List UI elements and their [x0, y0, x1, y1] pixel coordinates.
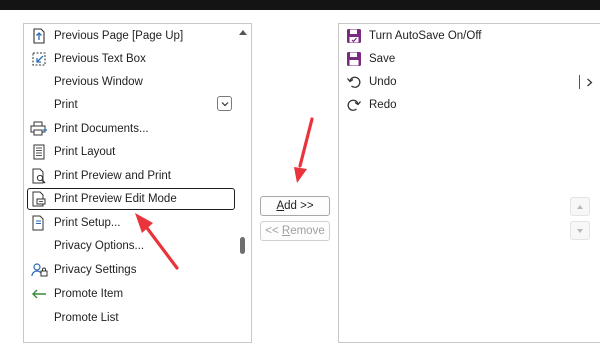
- command-label: Privacy Settings: [54, 264, 137, 276]
- save-icon: [345, 50, 363, 68]
- command-print-layout[interactable]: Print Layout: [28, 141, 236, 163]
- command-promote-list[interactable]: Promote List: [28, 307, 236, 329]
- autosave-icon: [345, 27, 363, 45]
- remove-button[interactable]: << Remove: [260, 221, 330, 241]
- annotation-arrow-head: [294, 167, 307, 183]
- previous-text-box-icon: [30, 50, 48, 68]
- command-autosave[interactable]: Turn AutoSave On/Off: [343, 25, 597, 47]
- command-label: Previous Page [Page Up]: [54, 30, 184, 42]
- command-label: Print Preview and Print: [54, 170, 171, 182]
- redo-icon: [345, 96, 363, 114]
- command-previous-text-box[interactable]: Previous Text Box: [28, 48, 236, 70]
- chevron-down-icon[interactable]: [217, 96, 232, 111]
- print-layout-icon: [30, 143, 48, 161]
- promote-arrow-icon: [30, 285, 48, 303]
- scrollbar-thumb[interactable]: [240, 237, 245, 254]
- command-print-setup[interactable]: Print Setup...: [28, 212, 236, 234]
- command-print[interactable]: Print: [28, 94, 236, 116]
- command-label: Previous Window: [54, 76, 143, 88]
- command-print-preview-and-print[interactable]: Print Preview and Print: [28, 165, 236, 187]
- command-previous-window[interactable]: Previous Window: [28, 71, 236, 93]
- available-commands-list[interactable]: Previous Page [Page Up] Previous Text Bo…: [23, 23, 252, 343]
- command-label: Print: [54, 99, 78, 111]
- command-label: Print Setup...: [54, 217, 121, 229]
- command-label: Print Preview Edit Mode: [54, 193, 177, 205]
- scroll-up-arrow-icon[interactable]: [237, 27, 249, 37]
- command-print-preview-edit-mode[interactable]: Print Preview Edit Mode: [27, 188, 235, 210]
- print-preview-icon: [30, 167, 48, 185]
- command-label: Promote Item: [54, 288, 124, 300]
- print-preview-edit-icon: [30, 190, 48, 208]
- command-label: Redo: [369, 99, 397, 111]
- command-label: Previous Text Box: [54, 53, 146, 65]
- command-redo[interactable]: Redo: [343, 94, 597, 116]
- command-label: Print Layout: [54, 146, 116, 158]
- command-privacy-options[interactable]: Privacy Options...: [28, 235, 236, 257]
- command-label: Promote List: [54, 312, 119, 324]
- chevron-right-icon[interactable]: [579, 74, 593, 90]
- command-label: Print Documents...: [54, 123, 149, 135]
- print-setup-icon: [30, 214, 48, 232]
- command-privacy-settings[interactable]: Privacy Settings: [28, 259, 236, 281]
- command-label: Save: [369, 53, 396, 65]
- command-label: Privacy Options...: [54, 240, 145, 252]
- print-documents-icon: [30, 120, 48, 138]
- command-save[interactable]: Save: [343, 48, 597, 70]
- command-print-documents[interactable]: Print Documents...: [28, 118, 236, 140]
- move-up-button[interactable]: [570, 197, 590, 216]
- triangle-up-icon: [577, 204, 583, 209]
- undo-icon: [345, 73, 363, 91]
- command-label: Turn AutoSave On/Off: [369, 30, 482, 42]
- window-top-bar: [0, 0, 600, 10]
- arrow-to-add-button: [294, 117, 314, 183]
- annotation-arrow-shaft: [298, 117, 314, 168]
- privacy-settings-icon: [30, 261, 48, 279]
- add-button[interactable]: Add >>: [260, 196, 330, 216]
- command-label: Undo: [369, 76, 397, 88]
- command-promote-item[interactable]: Promote Item: [28, 283, 236, 305]
- move-down-button[interactable]: [570, 221, 590, 240]
- previous-page-icon: [30, 27, 48, 45]
- toolbar-commands-list[interactable]: Turn AutoSave On/Off Save Undo Redo: [338, 23, 600, 343]
- command-previous-page[interactable]: Previous Page [Page Up]: [28, 25, 236, 47]
- triangle-down-icon: [577, 228, 583, 233]
- command-undo[interactable]: Undo: [343, 71, 597, 93]
